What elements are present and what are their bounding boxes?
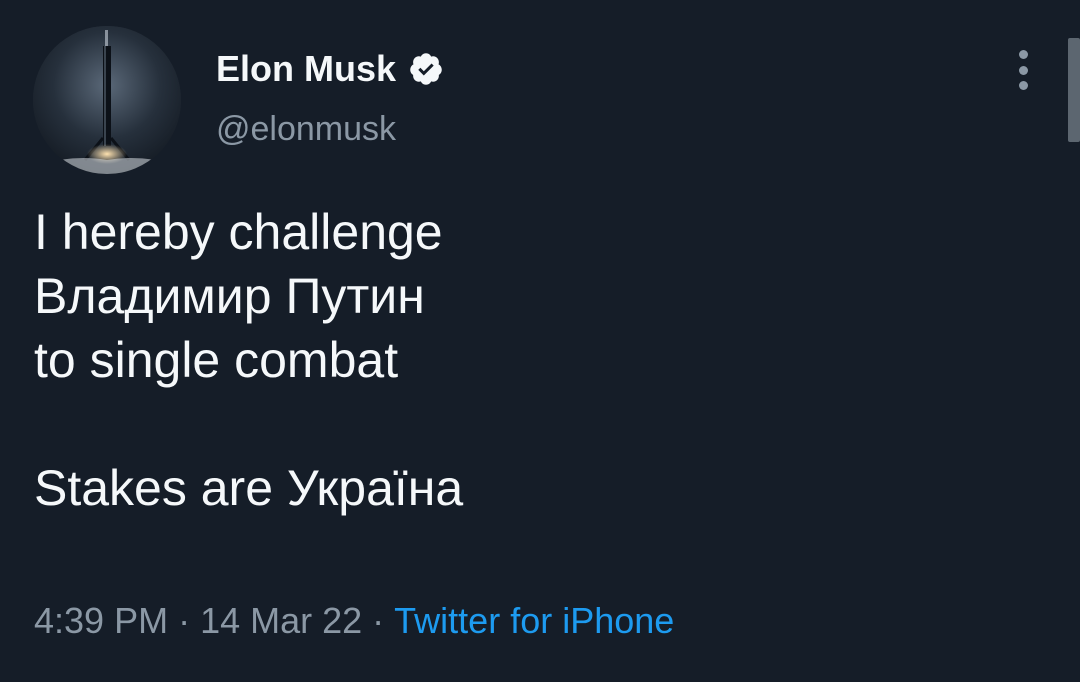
- more-dot: [1018, 65, 1028, 75]
- tweet-source-link[interactable]: Twitter for iPhone: [394, 600, 674, 641]
- tweet-text-line: to single combat: [34, 332, 399, 388]
- tweet-time[interactable]: 4:39 PM: [34, 600, 168, 641]
- tweet-text-line: I hereby challenge: [34, 204, 443, 260]
- author-display-name[interactable]: Elon Musk: [216, 48, 444, 90]
- scrollbar[interactable]: [1068, 38, 1080, 142]
- tweet-date[interactable]: 14 Mar 22: [200, 600, 362, 641]
- more-dot: [1018, 81, 1028, 90]
- verified-badge-icon: [410, 53, 442, 85]
- rocket-avatar-image: [33, 26, 181, 174]
- tweet-text-line: Владимир Путин: [34, 268, 425, 324]
- meta-separator: ·: [178, 600, 191, 641]
- author-name-text[interactable]: Elon Musk: [216, 48, 396, 90]
- more-vertical-icon[interactable]: [1008, 50, 1038, 90]
- meta-separator: ·: [372, 600, 385, 641]
- tweet-meta: 4:39 PM · 14 Mar 22 · Twitter for iPhone: [34, 600, 674, 642]
- author-handle[interactable]: @elonmusk: [216, 110, 396, 149]
- tweet-card: Elon Musk @elonmusk I hereby challenge В…: [0, 0, 1080, 682]
- more-dot: [1018, 50, 1028, 59]
- avatar[interactable]: [33, 26, 181, 174]
- tweet-text: I hereby challenge Владимир Путин to sin…: [34, 200, 463, 520]
- tweet-text-line: Stakes are Україна: [34, 460, 464, 516]
